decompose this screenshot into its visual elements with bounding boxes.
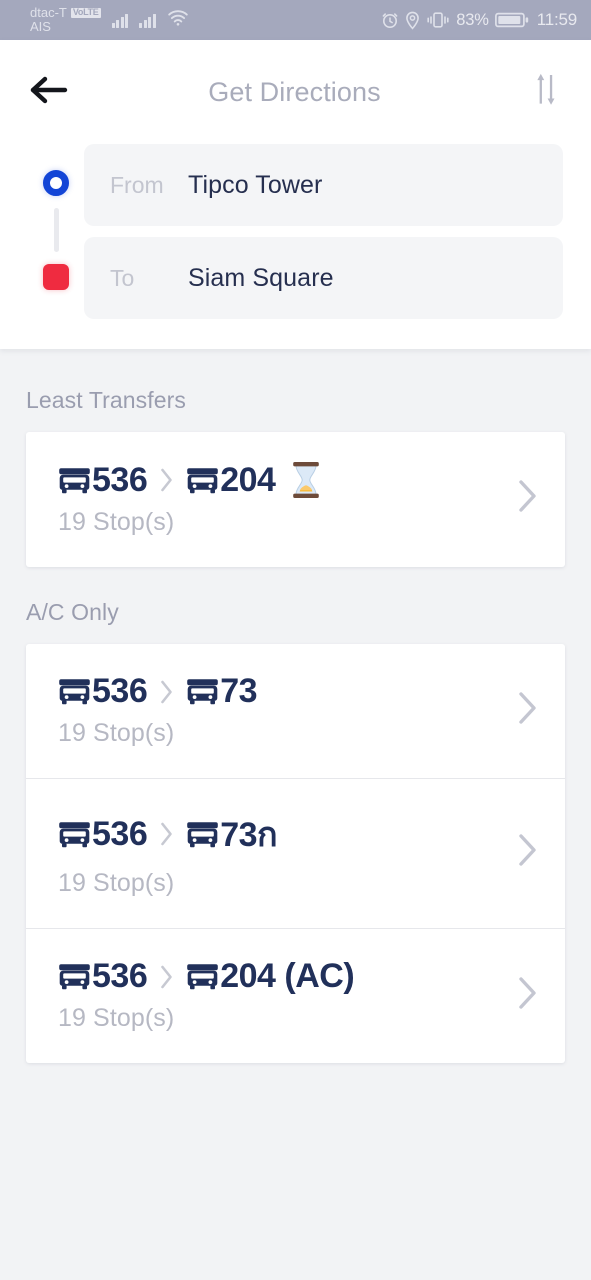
to-field[interactable]: To Siam Square [84, 237, 563, 319]
directions-header-panel: Get Directions From Tipco Tower To Siam … [0, 40, 591, 349]
route-summary: 536 204 (AC) 19 Stop(s) [58, 957, 507, 1033]
vibrate-icon [426, 11, 450, 29]
route-open-chevron[interactable] [517, 478, 539, 519]
endpoint-fields: From Tipco Tower To Siam Square [84, 144, 563, 319]
route-leg: 536 [58, 957, 148, 996]
route-summary: 536 73 19 Stop(s) [58, 672, 507, 748]
route-summary: 536 204 19 Stop(s) [58, 460, 507, 537]
bus-icon [186, 819, 219, 850]
route-card-group: 536 204 19 Stop(s) [26, 432, 565, 567]
chevron-right-icon [159, 821, 174, 847]
page-title: Get Directions [208, 76, 381, 107]
destination-square-icon [43, 264, 69, 290]
route-stops-label: 19 Stop(s) [58, 1004, 175, 1032]
route-leg: 73 [186, 672, 258, 711]
route-results: Least Transfers 536 204 19 Stop(s) A/C On… [0, 349, 591, 1063]
chevron-right-icon [159, 679, 174, 705]
carrier-primary-label: dtac-T [30, 4, 67, 20]
route-section-1: A/C Only 536 73 19 Stop(s) 536 73ก 19 Stop… [0, 567, 591, 1063]
route-leg-label: 536 [92, 460, 148, 499]
route-leg-label: 73ก [220, 816, 278, 854]
status-bar: dtac-T VoLTE AIS 83% 11:59 [0, 0, 591, 40]
route-legs: 536 204 (AC) [58, 957, 507, 996]
from-value: Tipco Tower [188, 170, 323, 199]
route-legs: 536 204 [58, 460, 507, 500]
route-leg-label: 73 [220, 672, 258, 710]
bus-icon [58, 676, 91, 707]
signal-bars-icon-2 [139, 13, 156, 28]
signal-bars-icon [111, 13, 129, 28]
bus-icon [58, 819, 91, 850]
app-bar: Get Directions [0, 58, 591, 126]
route-leg-label: 536 [92, 672, 148, 710]
route-row[interactable]: 536 204 (AC) 19 Stop(s) [26, 928, 565, 1063]
to-value: Siam Square [188, 263, 334, 292]
route-legs: 536 73 [58, 672, 507, 711]
chevron-right-icon [517, 478, 539, 519]
arrow-left-icon [28, 74, 68, 111]
volte-badge: VoLTE [70, 7, 101, 18]
route-leg: 204 (AC) [186, 957, 355, 996]
from-label: From [110, 171, 164, 198]
status-bar-right: 83% 11:59 [381, 10, 577, 30]
chevron-right-icon [159, 467, 174, 493]
route-leg: 536 [58, 460, 148, 500]
route-stops-label: 19 Stop(s) [58, 869, 175, 897]
rail-connector [53, 208, 59, 252]
route-leg-label: 536 [92, 814, 148, 853]
location-pin-icon [405, 11, 420, 30]
route-leg-label: 204 [220, 460, 276, 499]
route-leg-label: 204 (AC) [220, 957, 355, 995]
route-leg: 73ก [186, 807, 278, 861]
status-bar-left: dtac-T VoLTE AIS [30, 4, 189, 34]
route-summary: 536 73ก 19 Stop(s) [58, 807, 507, 898]
endpoint-rail [28, 144, 84, 319]
carrier-info: dtac-T VoLTE AIS [30, 4, 101, 34]
route-leg-label: 536 [92, 957, 148, 995]
origin-dot-icon [43, 170, 69, 196]
route-row[interactable]: 536 73ก 19 Stop(s) [26, 778, 565, 928]
chevron-right-icon [517, 690, 539, 731]
hourglass-icon [289, 460, 323, 500]
bus-icon [58, 465, 91, 496]
chevron-right-icon [517, 975, 539, 1016]
carrier-primary-row: dtac-T VoLTE [30, 4, 101, 20]
route-section-0: Least Transfers 536 204 19 Stop(s) [0, 349, 591, 567]
route-open-chevron[interactable] [517, 975, 539, 1016]
alarm-clock-icon [381, 11, 399, 29]
bus-icon [186, 676, 219, 707]
swap-vertical-icon [532, 73, 562, 112]
section-title: A/C Only [26, 599, 119, 625]
bus-icon [186, 961, 219, 992]
route-open-chevron[interactable] [517, 832, 539, 873]
route-card-group: 536 73 19 Stop(s) 536 73ก 19 Stop(s) 536 20… [26, 644, 565, 1063]
carrier-secondary-label: AIS [30, 19, 51, 34]
swap-endpoints-button[interactable] [525, 70, 569, 114]
bus-icon [58, 961, 91, 992]
route-stops-label: 19 Stop(s) [58, 508, 175, 536]
route-row[interactable]: 536 204 19 Stop(s) [26, 432, 565, 567]
chevron-right-icon [517, 832, 539, 873]
route-legs: 536 73ก [58, 807, 507, 861]
route-row[interactable]: 536 73 19 Stop(s) [26, 644, 565, 778]
bus-icon [186, 465, 219, 496]
route-open-chevron[interactable] [517, 690, 539, 731]
route-leg: 536 [58, 814, 148, 854]
route-leg: 204 [186, 460, 276, 500]
battery-icon [494, 11, 529, 29]
clock-label: 11:59 [536, 10, 577, 29]
endpoints-section: From Tipco Tower To Siam Square [0, 126, 591, 349]
battery-percent-label: 83% [456, 10, 489, 29]
chevron-right-icon [159, 964, 174, 990]
route-leg: 536 [58, 672, 148, 711]
section-title: Least Transfers [26, 387, 187, 413]
route-stops-label: 19 Stop(s) [58, 719, 175, 747]
to-label: To [110, 264, 135, 291]
wifi-icon [167, 9, 189, 31]
from-field[interactable]: From Tipco Tower [84, 144, 563, 226]
